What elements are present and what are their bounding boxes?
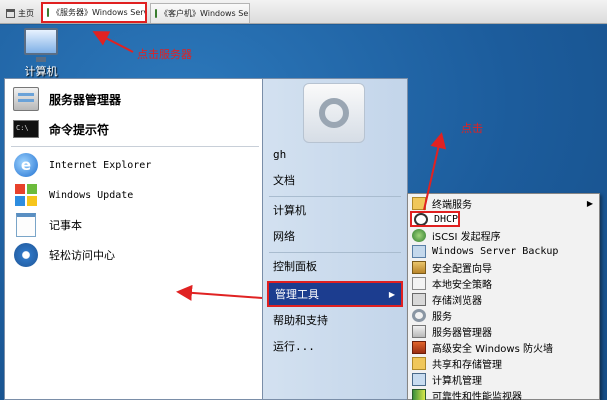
submenu-item-label: 存储浏览器 — [432, 295, 482, 307]
submenu-item-label: 本地安全策略 — [432, 279, 492, 291]
submenu-item-share-storage-management[interactable]: 共享和存储管理 — [410, 355, 597, 371]
chevron-right-icon: ▶ — [388, 289, 395, 299]
menu-item-internet-explorer[interactable]: e Internet Explorer — [11, 151, 259, 179]
submenu-item-label: 可靠性和性能监视器 — [432, 391, 522, 400]
submenu-item-label: 共享和存储管理 — [432, 359, 502, 371]
submenu-item-security-config-wizard[interactable]: 安全配置向导 — [410, 259, 597, 275]
firewall-icon — [412, 340, 426, 354]
submenu-item-label: 服务 — [432, 311, 452, 323]
submenu-item-label: 高级安全 Windows 防火墙 — [432, 343, 553, 355]
tab-client-label: 《客户机》Windows Server ... — [160, 9, 249, 18]
virtual-machine-icon — [155, 9, 157, 18]
menu-item-label: 管理工具 — [275, 288, 319, 301]
virtual-machine-icon — [47, 8, 49, 17]
submenu-item-server-manager[interactable]: 服务器管理器 — [410, 323, 597, 339]
submenu-item-services[interactable]: 服务 — [410, 307, 597, 323]
submenu-item-advanced-firewall[interactable]: 高级安全 Windows 防火墙 — [410, 339, 597, 355]
menu-item-notepad[interactable]: 记事本 — [11, 211, 259, 239]
menu-item-help-support[interactable]: 帮助和支持 — [267, 309, 403, 331]
server-manager-icon — [412, 324, 426, 338]
computer-icon — [24, 28, 58, 62]
menu-item-label: 服务器管理器 — [49, 92, 122, 107]
menu-item-server-manager[interactable]: 服务器管理器 — [11, 85, 259, 113]
policy-icon — [412, 276, 426, 290]
annotation-click-server: 点击服务器 — [137, 48, 192, 61]
ease-of-access-icon — [14, 243, 38, 267]
menu-item-label: Windows Update — [49, 189, 134, 201]
submenu-item-computer-management[interactable]: 计算机管理 — [410, 371, 597, 387]
backup-icon — [412, 244, 426, 258]
administrative-tools-submenu: 终端服务 ▶ DHCP iSCSI 发起程序 Windows Server Ba… — [407, 193, 600, 400]
submenu-item-reliability-monitor[interactable]: 可靠性和性能监视器 — [410, 387, 597, 400]
command-prompt-icon: C:\ — [13, 120, 39, 138]
folder-icon — [412, 196, 426, 210]
gear-icon — [319, 98, 349, 128]
menu-separator — [269, 252, 401, 253]
user-picture[interactable] — [303, 83, 365, 143]
storage-icon — [412, 292, 426, 306]
menu-item-administrative-tools[interactable]: 管理工具 ▶ — [267, 281, 403, 307]
shared-folder-icon — [412, 356, 426, 370]
tab-home[interactable]: 主页 — [2, 3, 38, 23]
computer-management-icon — [412, 372, 426, 386]
menu-separator — [269, 196, 401, 197]
dhcp-icon — [414, 213, 428, 225]
menu-item-documents[interactable]: 文档 — [267, 169, 403, 191]
submenu-item-terminal-services[interactable]: 终端服务 ▶ — [410, 195, 597, 211]
wizard-icon — [412, 260, 426, 274]
tab-server-label: 《服务器》Windows Serv... — [52, 8, 147, 17]
windows-update-icon — [14, 183, 38, 207]
menu-item-label: 轻松访问中心 — [49, 249, 115, 262]
submenu-item-label: 计算机管理 — [432, 375, 482, 387]
start-menu-programs: 服务器管理器 C:\ 命令提示符 e Internet Explorer Win… — [4, 78, 262, 400]
menu-item-user-gh[interactable]: gh — [267, 143, 403, 165]
menu-item-windows-update[interactable]: Windows Update — [11, 181, 259, 209]
globe-icon — [412, 228, 426, 242]
tab-bar: 主页 《服务器》Windows Serv... × 《客户机》Windows S… — [0, 0, 607, 24]
submenu-item-label: iSCSI 发起程序 — [432, 231, 501, 243]
submenu-item-iscsi-initiator[interactable]: iSCSI 发起程序 — [410, 227, 597, 243]
desktop-icon-label: 计算机 — [24, 65, 58, 78]
menu-item-label: 记事本 — [49, 219, 82, 232]
tab-server-vm[interactable]: 《服务器》Windows Serv... × — [41, 2, 147, 23]
submenu-item-label: 安全配置向导 — [432, 263, 492, 275]
start-menu-places: gh 文档 计算机 网络 控制面板 管理工具 ▶ 帮助和支持 运行... — [262, 78, 408, 400]
tab-home-label: 主页 — [18, 8, 34, 18]
home-icon — [6, 8, 15, 18]
chevron-right-icon: ▶ — [586, 198, 593, 208]
menu-item-command-prompt[interactable]: C:\ 命令提示符 — [11, 115, 259, 143]
server-manager-icon — [13, 87, 39, 111]
internet-explorer-icon: e — [14, 153, 38, 177]
menu-item-ease-of-access[interactable]: 轻松访问中心 — [11, 241, 259, 269]
tab-client-vm[interactable]: 《客户机》Windows Server ... × — [150, 3, 250, 23]
submenu-item-storage-explorer[interactable]: 存储浏览器 — [410, 291, 597, 307]
submenu-item-local-security-policy[interactable]: 本地安全策略 — [410, 275, 597, 291]
menu-item-computer[interactable]: 计算机 — [267, 199, 403, 221]
menu-separator — [11, 146, 259, 147]
performance-monitor-icon — [412, 388, 426, 400]
submenu-item-label: DHCP — [434, 213, 459, 225]
menu-item-run[interactable]: 运行... — [267, 335, 403, 357]
submenu-item-dhcp[interactable]: DHCP — [410, 211, 460, 227]
submenu-item-label: 服务器管理器 — [432, 327, 492, 339]
notepad-icon — [16, 213, 36, 237]
menu-item-network[interactable]: 网络 — [267, 225, 403, 247]
submenu-item-label: 终端服务 — [432, 199, 472, 211]
desktop-computer-shortcut[interactable]: 计算机 — [8, 25, 74, 79]
menu-item-label: 命令提示符 — [49, 122, 110, 137]
annotation-click-dhcp: 点击 — [461, 122, 483, 135]
submenu-item-label: Windows Server Backup — [432, 245, 559, 257]
menu-item-label: Internet Explorer — [49, 159, 152, 171]
submenu-item-windows-server-backup[interactable]: Windows Server Backup — [410, 243, 597, 259]
gear-icon — [412, 308, 426, 322]
menu-item-control-panel[interactable]: 控制面板 — [267, 255, 403, 277]
